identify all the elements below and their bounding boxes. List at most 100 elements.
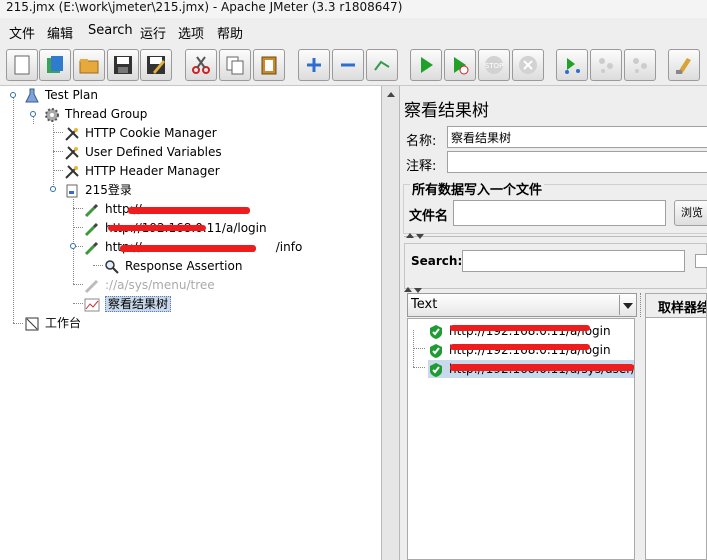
menu-options[interactable]: 选项: [178, 23, 204, 42]
renderer-select[interactable]: Text: [407, 293, 637, 317]
result-detail-area: [645, 317, 707, 560]
tree-node-thread-group[interactable]: Thread Group: [44, 105, 147, 123]
check-shield-icon: [428, 324, 446, 340]
tree-node-assertion[interactable]: Response Assertion: [104, 257, 242, 275]
tab-sampler-result[interactable]: 取样器结: [645, 293, 707, 317]
tree-node-test-plan[interactable]: Test Plan: [24, 86, 98, 104]
templates-button[interactable]: [39, 49, 71, 81]
stop-button[interactable]: STOP: [478, 49, 510, 81]
arrow-up-icon[interactable]: [406, 233, 414, 238]
shutdown-button[interactable]: [512, 49, 544, 81]
magnifier-icon: [104, 259, 122, 275]
redaction-mark: [108, 225, 206, 231]
tree-node-user-variables[interactable]: User Defined Variables: [64, 143, 222, 161]
tree-node-sampler-4[interactable]: ://a/sys/menu/tree: [84, 276, 215, 294]
new-button[interactable]: [6, 49, 38, 81]
menu-edit[interactable]: 编辑: [47, 23, 73, 42]
remote-shutdown-button[interactable]: [624, 49, 656, 81]
wrench-icon: [64, 164, 82, 180]
pipette-icon: [84, 240, 102, 256]
tree-node-listener[interactable]: 察看结果树: [84, 295, 172, 313]
gear-icon: [44, 107, 62, 123]
name-field[interactable]: [447, 126, 707, 148]
arrow-up-icon[interactable]: [404, 287, 412, 292]
flask-icon: [24, 88, 42, 104]
expand-button[interactable]: [298, 49, 330, 81]
remote-stop-icon: [599, 58, 613, 73]
search-input[interactable]: [462, 250, 685, 272]
clear-button[interactable]: [668, 49, 700, 81]
expand-icon: [307, 58, 321, 72]
tree-node-cookie-manager[interactable]: HTTP Cookie Manager: [64, 124, 217, 142]
shutdown-icon: [519, 56, 537, 74]
remote-shutdown-icon: [633, 58, 647, 73]
filename-input[interactable]: [453, 200, 666, 226]
pipette-icon: [84, 202, 102, 218]
check-shield-icon: [428, 362, 446, 378]
wrench-icon: [64, 145, 82, 161]
start-no-pause-button[interactable]: [444, 49, 476, 81]
templates-icon: [47, 56, 63, 73]
remote-start-icon: [565, 58, 580, 74]
save-as-button[interactable]: [140, 49, 172, 81]
arrow-down-icon[interactable]: [416, 234, 424, 239]
collapse-icon: [341, 63, 355, 67]
view-results-tree-panel: 察看结果树 名称: 注释: 所有数据写入一个文件 文件名 浏览 Search: …: [400, 86, 707, 560]
search-label: Search:: [411, 254, 463, 268]
arrow-left-icon[interactable]: [387, 92, 395, 97]
workbench-icon: [24, 316, 42, 332]
open-icon: [79, 59, 99, 74]
test-plan-tree: Test Plan Thread Group HTTP Cookie Manag…: [0, 86, 382, 560]
menu-bar: 文件 编辑 Search 运行 选项 帮助: [0, 18, 707, 44]
svg-text:STOP: STOP: [485, 62, 503, 70]
comment-field[interactable]: [447, 151, 707, 173]
pipette-icon: [84, 278, 102, 294]
paste-button[interactable]: [253, 49, 285, 81]
toggle-icon: [374, 60, 390, 71]
cut-button[interactable]: [185, 49, 217, 81]
browse-button[interactable]: 浏览: [674, 200, 707, 226]
save-icon: [114, 56, 132, 74]
case-checkbox[interactable]: [695, 254, 707, 268]
save-as-icon: [147, 56, 165, 74]
split-pane-divider[interactable]: [382, 86, 400, 560]
check-shield-icon: [428, 343, 446, 359]
splitter-bar[interactable]: [404, 236, 707, 241]
redaction-mark: [450, 364, 634, 371]
pipette-icon: [84, 221, 102, 237]
menu-help[interactable]: 帮助: [217, 23, 243, 42]
wrench-icon: [64, 126, 82, 142]
redaction-mark: [120, 245, 256, 252]
comment-label: 注释:: [406, 159, 437, 174]
menu-file[interactable]: 文件: [9, 23, 35, 42]
tree-node-controller[interactable]: 215登录: [64, 181, 132, 199]
menu-search[interactable]: Search: [88, 23, 133, 38]
new-icon: [14, 55, 30, 75]
paste-icon: [261, 56, 277, 75]
start-no-pause-icon: [454, 57, 469, 75]
remote-stop-button[interactable]: [590, 49, 622, 81]
stop-icon: STOP: [485, 56, 503, 74]
copy-icon: [226, 56, 244, 75]
save-button[interactable]: [107, 49, 139, 81]
remote-start-button[interactable]: [556, 49, 588, 81]
tree-node-workbench[interactable]: 工作台: [24, 314, 81, 332]
start-button[interactable]: [410, 49, 442, 81]
tree-node-header-manager[interactable]: HTTP Header Manager: [64, 162, 220, 180]
clear-icon: [676, 58, 691, 74]
redaction-mark: [128, 207, 250, 214]
panel-title: 察看结果树: [404, 101, 489, 121]
name-label: 名称:: [406, 134, 437, 149]
collapse-button[interactable]: [332, 49, 364, 81]
open-button[interactable]: [73, 49, 105, 81]
redaction-mark: [450, 325, 590, 331]
toolbar: STOP: [0, 44, 707, 86]
toggle-button[interactable]: [366, 49, 398, 81]
copy-button[interactable]: [219, 49, 251, 81]
menu-run[interactable]: 运行: [140, 23, 166, 42]
cut-icon: [192, 56, 210, 74]
redaction-mark: [450, 344, 590, 350]
file-section-title: 所有数据写入一个文件: [410, 179, 545, 198]
window-title: 215.jmx (E:\work\jmeter\215.jmx) - Apach…: [0, 0, 707, 18]
filename-label: 文件名: [409, 209, 449, 224]
